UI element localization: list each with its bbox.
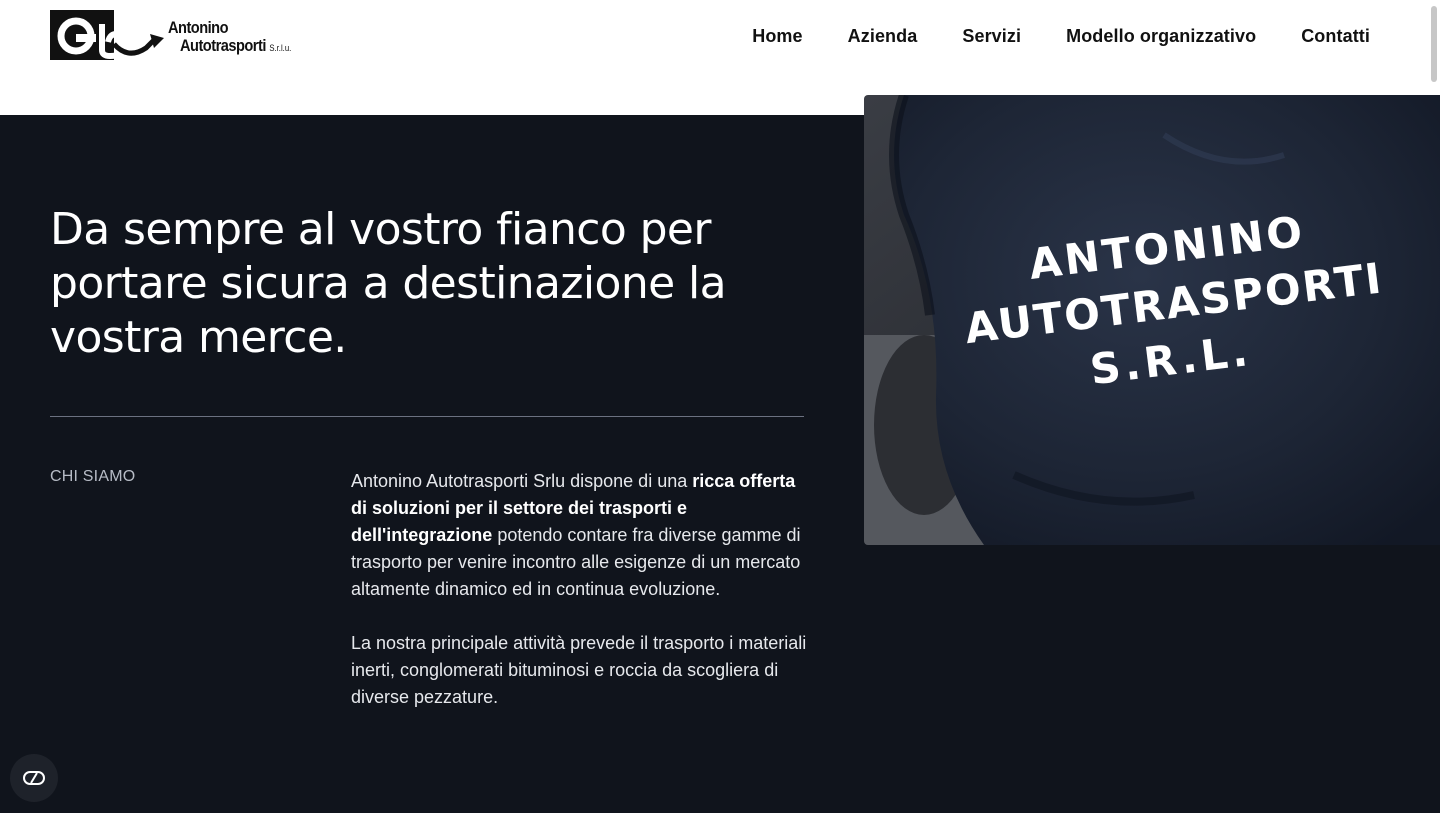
cookie-settings-button[interactable]: [10, 754, 58, 802]
logo-text-line1: Antonino: [168, 18, 229, 37]
cookie-settings-icon: [23, 771, 45, 785]
about-text: Antonino Autotrasporti Srlu dispone di u…: [351, 468, 811, 738]
main-nav: Home Azienda Servizi Modello organizzati…: [707, 26, 1370, 47]
nav-contatti[interactable]: Contatti: [1301, 26, 1370, 47]
nav-azienda[interactable]: Azienda: [848, 26, 918, 47]
company-logo[interactable]: Antonino Autotrasporti S.r.l.u.: [50, 10, 320, 62]
nav-modello-organizzativo[interactable]: Modello organizzativo: [1066, 26, 1256, 47]
page-scrollbar[interactable]: [1431, 6, 1437, 82]
section-label-chi-siamo: CHI SIAMO: [50, 468, 136, 485]
logo-text-line2: Autotrasporti S.r.l.u.: [180, 36, 291, 56]
about-paragraph-1-intro: Antonino Autotrasporti Srlu dispone di u…: [351, 471, 693, 491]
shirt-photo: ANTONINO AUTOTRASPORTI S.R.L.: [864, 95, 1440, 545]
logo-text-suffix: S.r.l.u.: [269, 43, 292, 53]
logo-text-main: Autotrasporti: [180, 36, 266, 55]
nav-servizi[interactable]: Servizi: [962, 26, 1021, 47]
about-paragraph-2: La nostra principale attività prevede il…: [351, 633, 807, 707]
nav-home[interactable]: Home: [752, 26, 802, 47]
logo-mark-icon: [50, 10, 164, 60]
hero-photo: ANTONINO AUTOTRASPORTI S.R.L.: [864, 95, 1440, 545]
hero-headline: Da sempre al vostro fianco per portare s…: [50, 204, 727, 363]
section-divider: [50, 416, 804, 417]
about-paragraph-1: Antonino Autotrasporti Srlu dispone di u…: [351, 468, 811, 603]
